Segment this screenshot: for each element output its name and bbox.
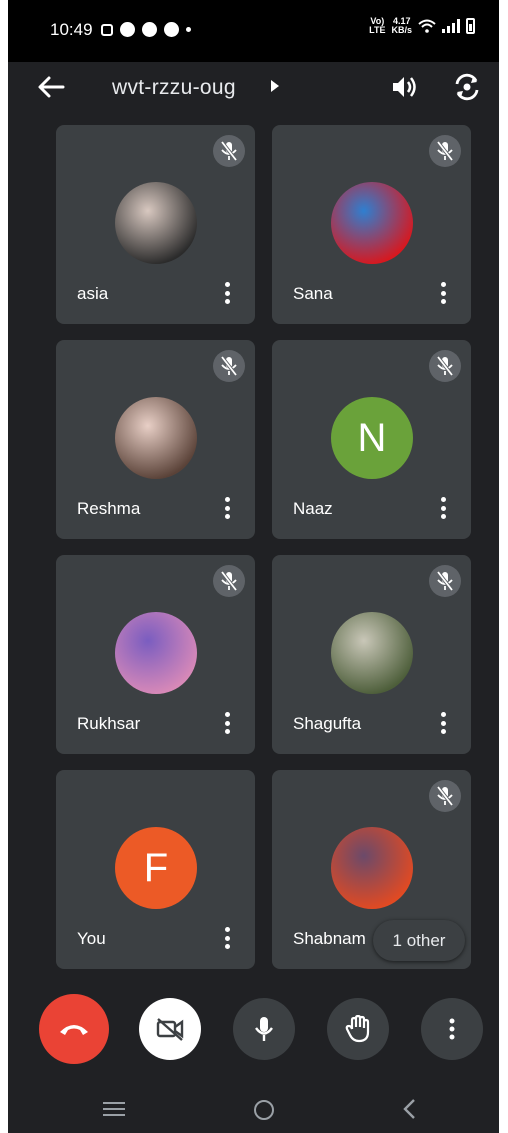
screen-record-icon xyxy=(101,23,113,36)
muted-indicator xyxy=(213,135,245,167)
muted-indicator xyxy=(429,565,461,597)
participant-more-icon[interactable] xyxy=(224,497,230,519)
muted-mic-icon xyxy=(220,141,238,161)
participant-name: Reshma xyxy=(77,499,141,518)
end-call-button[interactable] xyxy=(39,994,109,1064)
microphone-icon xyxy=(255,1017,273,1041)
muted-indicator xyxy=(429,135,461,167)
status-right-icons: Vo) LTE 4.17 KB/s xyxy=(369,17,475,35)
muted-mic-icon xyxy=(220,571,238,591)
participant-name: Rukhsar xyxy=(77,714,141,733)
wifi-icon xyxy=(418,19,436,33)
meeting-code[interactable]: wvt-rzzu-oug xyxy=(112,76,236,100)
participant-tile[interactable]: F You xyxy=(56,770,255,969)
muted-indicator xyxy=(429,780,461,812)
speaker-icon[interactable] xyxy=(390,74,418,100)
avatar xyxy=(331,612,413,694)
participant-name: Naaz xyxy=(293,499,333,518)
caret-right-icon[interactable] xyxy=(270,79,280,93)
participant-more-icon[interactable] xyxy=(440,282,446,304)
raise-hand-button[interactable] xyxy=(327,998,389,1060)
camera-off-icon xyxy=(156,1018,184,1041)
participant-more-icon[interactable] xyxy=(440,497,446,519)
network-speed: 4.17 KB/s xyxy=(391,16,412,35)
microphone-button[interactable] xyxy=(233,998,295,1060)
more-options-button[interactable] xyxy=(421,998,483,1060)
recents-nav-button[interactable] xyxy=(103,1102,125,1116)
others-count-chip[interactable]: 1 other xyxy=(373,920,465,961)
participant-tile[interactable]: Shagufta xyxy=(272,555,471,754)
switch-camera-icon[interactable] xyxy=(452,72,482,102)
avatar-initial: N xyxy=(357,415,387,460)
whatsapp-icon xyxy=(120,22,135,37)
camera-toggle-button[interactable] xyxy=(139,998,201,1060)
back-arrow-icon[interactable] xyxy=(36,74,66,100)
participant-more-icon[interactable] xyxy=(440,712,446,734)
avatar-initial: F xyxy=(143,845,169,890)
home-nav-button[interactable] xyxy=(254,1100,274,1120)
participant-more-icon[interactable] xyxy=(224,712,230,734)
system-nav-bar xyxy=(8,1080,499,1133)
avatar xyxy=(115,397,197,479)
phone-screen: 10:49 Vo) LTE 4.17 KB/s wvt-rzzu-oug asi… xyxy=(8,0,499,1133)
participant-tile[interactable]: Sana xyxy=(272,125,471,324)
hang-up-icon xyxy=(60,1025,88,1035)
muted-mic-icon xyxy=(220,356,238,376)
participant-tile[interactable]: N Naaz xyxy=(272,340,471,539)
notification-icons xyxy=(101,22,191,37)
muted-mic-icon xyxy=(436,141,454,161)
muted-mic-icon xyxy=(436,356,454,376)
participant-tile[interactable]: Rukhsar xyxy=(56,555,255,754)
signal-icon xyxy=(442,19,460,33)
participant-name: Sana xyxy=(293,284,333,303)
more-vert-icon xyxy=(449,1018,455,1040)
back-nav-button[interactable] xyxy=(402,1098,416,1120)
avatar: N xyxy=(331,397,413,479)
participant-name: You xyxy=(77,929,106,948)
meeting-header: wvt-rzzu-oug xyxy=(8,62,499,114)
status-time: 10:49 xyxy=(50,20,93,39)
app-notification-icon xyxy=(142,22,157,37)
avatar xyxy=(331,182,413,264)
avatar xyxy=(115,182,197,264)
muted-indicator xyxy=(213,565,245,597)
participant-more-icon[interactable] xyxy=(224,927,230,949)
participant-more-icon[interactable] xyxy=(224,282,230,304)
hand-icon xyxy=(345,1015,370,1043)
muted-indicator xyxy=(429,350,461,382)
muted-mic-icon xyxy=(436,571,454,591)
participant-name: asia xyxy=(77,284,109,303)
more-notifications-icon xyxy=(186,27,191,32)
volte-indicator: Vo) LTE xyxy=(369,16,386,35)
status-bar: 10:49 Vo) LTE 4.17 KB/s xyxy=(8,0,499,62)
participant-tile[interactable]: Reshma xyxy=(56,340,255,539)
avatar xyxy=(115,612,197,694)
avatar xyxy=(331,827,413,909)
muted-mic-icon xyxy=(436,786,454,806)
avatar: F xyxy=(115,827,197,909)
participant-tile[interactable]: asia xyxy=(56,125,255,324)
muted-indicator xyxy=(213,350,245,382)
participant-name: Shabnam xyxy=(293,929,366,948)
battery-icon xyxy=(466,18,475,34)
app-notification-icon-2 xyxy=(164,22,179,37)
participant-name: Shagufta xyxy=(293,714,362,733)
